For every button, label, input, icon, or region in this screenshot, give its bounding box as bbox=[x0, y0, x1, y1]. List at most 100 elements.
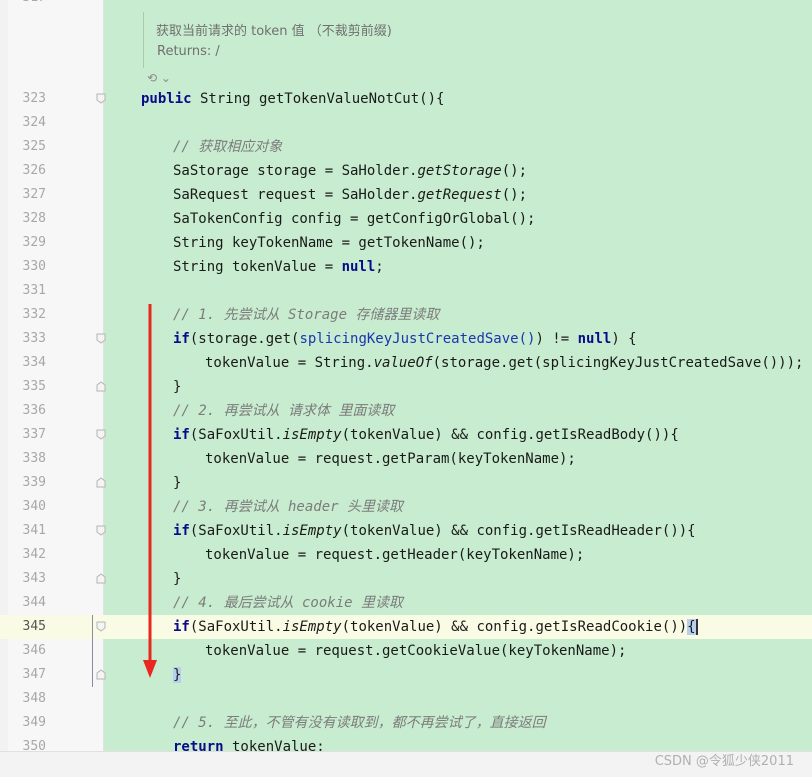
keyword: if bbox=[173, 523, 190, 539]
code-text: (SaFoxUtil. bbox=[189, 619, 283, 635]
fold-marker-icon[interactable] bbox=[96, 429, 106, 440]
code-text: tokenValue = String. bbox=[205, 355, 374, 371]
code-text: (); bbox=[501, 163, 528, 179]
code-text: ; bbox=[375, 259, 384, 275]
comment-line[interactable]: // 3. 再尝试从 header 头里读取 bbox=[173, 495, 403, 519]
doc-toggle-icon[interactable]: ⟲ ⌄ bbox=[147, 71, 171, 85]
code-text: (SaFoxUtil. bbox=[189, 523, 283, 539]
code-line[interactable]: SaTokenConfig config = getConfigOrGlobal… bbox=[173, 207, 535, 231]
line-number: 336 bbox=[22, 403, 46, 418]
static-method: valueOf bbox=[373, 355, 433, 371]
code-line[interactable]: } bbox=[173, 375, 181, 399]
fold-end-icon[interactable] bbox=[96, 477, 106, 488]
code-text: (tokenValue) && config.getIsReadBody()){ bbox=[341, 427, 679, 443]
line-number: 349 bbox=[22, 715, 46, 730]
line-number: 326 bbox=[22, 163, 46, 178]
line-number: 324 bbox=[22, 115, 46, 130]
code-text: String getTokenValueNotCut(){ bbox=[191, 91, 445, 107]
line-number: 342 bbox=[22, 547, 46, 562]
fold-end-icon[interactable] bbox=[96, 669, 106, 680]
code-editor[interactable]: 317 323 324 325 326 327 328 329 330 331 … bbox=[0, 0, 812, 777]
line-number: 327 bbox=[22, 187, 46, 202]
fold-end-icon[interactable] bbox=[96, 573, 106, 584]
line-number: 333 bbox=[22, 331, 46, 346]
code-text: SaStorage storage = SaHolder. bbox=[173, 163, 418, 179]
fold-marker-icon[interactable] bbox=[96, 525, 106, 536]
comment-line[interactable]: // 获取相应对象 bbox=[173, 135, 282, 159]
code-line[interactable]: } bbox=[173, 567, 181, 591]
code-line[interactable]: } bbox=[173, 663, 182, 687]
comment-line[interactable]: // 1. 先尝试从 Storage 存储器里读取 bbox=[173, 303, 439, 327]
line-number: 334 bbox=[22, 355, 46, 370]
code-text: SaRequest request = SaHolder. bbox=[173, 187, 418, 203]
code-line[interactable]: tokenValue = request.getCookieValue(keyT… bbox=[205, 639, 626, 663]
code-line[interactable]: if(SaFoxUtil.isEmpty(tokenValue) && conf… bbox=[173, 519, 696, 543]
line-number: 328 bbox=[22, 211, 46, 226]
line-number: 331 bbox=[22, 283, 46, 298]
code-line[interactable]: tokenValue = request.getHeader(keyTokenN… bbox=[205, 543, 584, 567]
code-text: (tokenValue) && config.getIsReadCookie()… bbox=[341, 619, 688, 635]
code-line[interactable]: String keyTokenName = getTokenName(); bbox=[173, 231, 485, 255]
line-number: 337 bbox=[22, 427, 46, 442]
code-line[interactable]: tokenValue = String.valueOf(storage.get(… bbox=[205, 351, 803, 375]
line-number: 335 bbox=[22, 379, 46, 394]
fold-marker-icon[interactable] bbox=[96, 621, 106, 632]
code-line[interactable]: tokenValue = request.getParam(keyTokenNa… bbox=[205, 447, 576, 471]
code-line[interactable]: public String getTokenValueNotCut(){ bbox=[141, 87, 444, 111]
code-line[interactable]: SaRequest request = SaHolder.getRequest(… bbox=[173, 183, 527, 207]
fold-marker-icon[interactable] bbox=[96, 333, 106, 344]
fold-end-icon[interactable] bbox=[96, 381, 106, 392]
line-number: 344 bbox=[22, 595, 46, 610]
keyword: null bbox=[341, 259, 376, 275]
keyword: if bbox=[173, 619, 190, 635]
line-number: 330 bbox=[22, 259, 46, 274]
line-number: 341 bbox=[22, 523, 46, 538]
code-text: (SaFoxUtil. bbox=[189, 427, 283, 443]
line-number: 340 bbox=[22, 499, 46, 514]
line-number: 325 bbox=[22, 139, 46, 154]
keyword: if bbox=[173, 331, 190, 347]
keyword: if bbox=[173, 427, 190, 443]
code-text: (storage.get( bbox=[189, 331, 300, 347]
code-text: ) { bbox=[611, 331, 637, 347]
fold-marker-icon[interactable] bbox=[96, 93, 106, 104]
static-method: isEmpty bbox=[282, 427, 342, 443]
change-marker-line bbox=[92, 615, 93, 687]
doc-returns: Returns: / bbox=[157, 44, 220, 59]
code-line[interactable]: } bbox=[173, 471, 181, 495]
comment-line[interactable]: // 5. 至此，不管有没有读取到，都不再尝试了，直接返回 bbox=[173, 711, 546, 735]
watermark: CSDN @令狐少侠2011 bbox=[654, 754, 794, 769]
keyword: null bbox=[577, 331, 612, 347]
line-number: 347 bbox=[22, 667, 46, 682]
line-number: 317 bbox=[8, 0, 46, 10]
arrow-down-icon bbox=[143, 304, 157, 678]
line-number: 348 bbox=[22, 691, 46, 706]
line-number: 346 bbox=[22, 643, 46, 658]
code-line[interactable]: SaStorage storage = SaHolder.getStorage(… bbox=[173, 159, 527, 183]
keyword: public bbox=[141, 91, 192, 107]
doc-description: 获取当前请求的 token 值 （不裁剪前缀) bbox=[156, 24, 392, 39]
rendered-doc-comment: 获取当前请求的 token 值 （不裁剪前缀) Returns: / bbox=[143, 12, 444, 68]
line-number: 339 bbox=[22, 475, 46, 490]
static-method: getStorage bbox=[417, 163, 502, 179]
method-call: splicingKeyJustCreatedSave() bbox=[299, 331, 536, 347]
matched-brace: { bbox=[687, 619, 698, 635]
code-text: (); bbox=[501, 187, 528, 203]
static-method: isEmpty bbox=[282, 523, 342, 539]
code-line[interactable]: String tokenValue = null; bbox=[173, 255, 384, 279]
comment-line[interactable]: // 2. 再尝试从 请求体 里面读取 bbox=[173, 399, 394, 423]
comment-line[interactable]: // 4. 最后尝试从 cookie 里读取 bbox=[173, 591, 403, 615]
line-number: 343 bbox=[22, 571, 46, 586]
code-line[interactable]: if(SaFoxUtil.isEmpty(tokenValue) && conf… bbox=[173, 423, 679, 447]
line-number: 323 bbox=[22, 91, 46, 106]
line-number: 332 bbox=[22, 307, 46, 322]
code-text: String tokenValue = bbox=[173, 259, 342, 275]
code-line-current[interactable]: if(SaFoxUtil.isEmpty(tokenValue) && conf… bbox=[173, 615, 698, 639]
code-text: (tokenValue) && config.getIsReadHeader()… bbox=[341, 523, 696, 539]
line-number: 329 bbox=[22, 235, 46, 250]
code-text: (storage.get(splicingKeyJustCreatedSave(… bbox=[432, 355, 804, 371]
line-number-current: 345 bbox=[22, 619, 46, 634]
code-line[interactable]: if(storage.get(splicingKeyJustCreatedSav… bbox=[173, 327, 637, 351]
static-method: isEmpty bbox=[282, 619, 342, 635]
matched-brace: } bbox=[173, 667, 182, 683]
